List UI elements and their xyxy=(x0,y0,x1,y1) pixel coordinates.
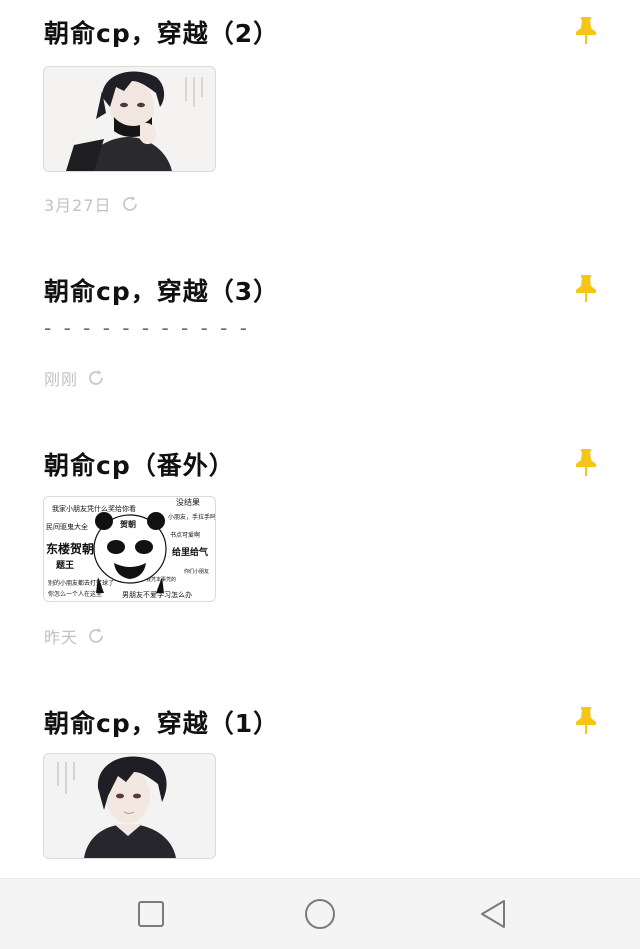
note-item[interactable]: 朝俞cp（番外） 我家小朋友凭什么奖给你看 没结果 民间驱鬼大全 小朋友，手拉手… xyxy=(0,446,640,656)
meme-text: 没结果 xyxy=(176,497,200,507)
note-thumbnail[interactable] xyxy=(43,66,216,172)
pin-icon[interactable] xyxy=(572,16,600,46)
note-item[interactable]: 朝俞cp，穿越（2） 3月27日 xyxy=(0,14,640,224)
panda-meme-image: 我家小朋友凭什么奖给你看 没结果 民间驱鬼大全 小朋友，手拉手吗 东楼贺朝 书点… xyxy=(44,497,215,601)
note-preview: - - - - - - - - - - - xyxy=(44,316,250,340)
meme-text: 民间驱鬼大全 xyxy=(46,522,88,531)
pin-icon[interactable] xyxy=(572,274,600,304)
pin-icon[interactable] xyxy=(572,448,600,478)
note-title: 朝俞cp，穿越（3） xyxy=(44,277,280,306)
meme-text: 东楼贺朝 xyxy=(46,541,94,556)
note-title: 朝俞cp，穿越（1） xyxy=(44,709,280,738)
note-date: 3月27日 xyxy=(44,196,112,215)
home-icon[interactable] xyxy=(303,897,337,931)
meme-text: 别的小朋友都去打篮球了 xyxy=(48,579,114,587)
note-meta: 刚刚 xyxy=(44,366,106,390)
meme-text: 你怎么一个人在这里 xyxy=(48,590,102,598)
note-date: 刚刚 xyxy=(44,370,79,389)
sync-icon xyxy=(122,196,137,211)
note-date: 昨天 xyxy=(44,628,79,647)
note-item[interactable]: 朝俞cp，穿越（3） - - - - - - - - - - - 刚刚 xyxy=(0,272,640,422)
note-item[interactable]: 朝俞cp，穿越（1） xyxy=(0,704,640,878)
meme-text: 题王 xyxy=(55,560,74,571)
back-icon[interactable] xyxy=(476,897,510,931)
recent-apps-icon[interactable] xyxy=(134,897,168,931)
note-meta: 3月27日 xyxy=(44,192,140,216)
meme-text: 你们小朋友 xyxy=(184,568,209,575)
pin-icon[interactable] xyxy=(572,706,600,736)
meme-text: 书点可爱啊 xyxy=(170,531,200,539)
system-navigation-bar xyxy=(0,878,640,949)
meme-text: 小朋友，手拉手吗 xyxy=(168,513,215,521)
meme-text: 给里给气 xyxy=(172,546,208,558)
meme-center-label: 贺朝 xyxy=(119,519,136,529)
note-title: 朝俞cp，穿越（2） xyxy=(44,19,280,48)
anime-boy-portrait-image xyxy=(44,754,215,858)
note-thumbnail[interactable]: 我家小朋友凭什么奖给你看 没结果 民间驱鬼大全 小朋友，手拉手吗 东楼贺朝 书点… xyxy=(43,496,216,602)
sync-icon xyxy=(89,370,103,385)
note-meta: 昨天 xyxy=(44,624,106,648)
meme-text: 我家小朋友凭什么奖给你看 xyxy=(52,504,136,513)
notes-list: 朝俞cp，穿越（2） 3月27日 朝俞cp，穿越（3） - - - - - - … xyxy=(0,0,640,878)
sync-icon xyxy=(89,628,103,643)
note-thumbnail[interactable] xyxy=(43,753,216,859)
note-title: 朝俞cp（番外） xyxy=(44,451,235,480)
anime-boy-mask-image xyxy=(44,67,215,171)
